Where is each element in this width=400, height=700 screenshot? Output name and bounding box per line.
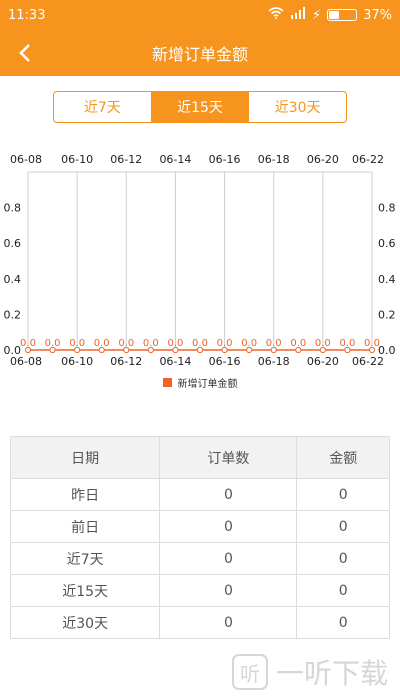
data-label: 0.0	[217, 338, 233, 349]
chart-legend: 新增订单金额	[0, 375, 400, 390]
x-tick-label-bottom: 06-12	[110, 355, 142, 368]
tab-30-days[interactable]: 近30天	[248, 92, 346, 122]
y-tick-label-left: 0.4	[4, 273, 22, 286]
x-tick-label-top: 06-16	[209, 153, 241, 166]
table-row: 近30天 0 0	[9, 606, 390, 639]
data-label: 0.0	[69, 338, 85, 349]
data-label: 0.0	[339, 338, 355, 349]
signal-icon	[290, 7, 306, 23]
data-label: 0.0	[290, 338, 306, 349]
legend-swatch	[162, 378, 172, 387]
tab-7-days[interactable]: 近7天	[54, 92, 151, 122]
cell-order-count: 0	[159, 478, 298, 511]
period-tabs: 近7天 近15天 近30天	[53, 91, 347, 123]
y-tick-label-right: 0.4	[378, 273, 396, 286]
table-row: 昨日 0 0	[9, 478, 390, 511]
x-tick-label-top: 06-14	[159, 153, 191, 166]
summary-table: 日期 订单数 金额 昨日 0 0 前日 0 0 近7天 0 0 近15天 0 0…	[9, 436, 390, 639]
x-tick-label-top: 06-20	[307, 153, 339, 166]
status-icons: ⚡ 37%	[268, 7, 392, 23]
watermark-logo: 听	[231, 654, 268, 690]
data-label: 0.0	[45, 338, 61, 349]
y-tick-label-left: 0.8	[4, 202, 22, 215]
cell-order-count: 0	[159, 574, 298, 607]
charging-icon: ⚡	[311, 7, 322, 23]
x-tick-label-bottom: 06-14	[159, 355, 191, 368]
nav-bar: 新增订单金额	[0, 30, 400, 76]
table-row: 近7天 0 0	[9, 542, 390, 575]
cell-order-count: 0	[159, 606, 298, 639]
back-arrow-icon[interactable]	[10, 36, 40, 70]
y-tick-label-right: 0.2	[378, 308, 396, 321]
legend-label: 新增订单金额	[177, 379, 238, 390]
x-tick-label-bottom: 06-10	[61, 355, 93, 368]
cell-date: 近7天	[9, 542, 161, 575]
y-tick-label-left: 0.0	[4, 344, 22, 357]
y-tick-label-right: 0.0	[378, 344, 396, 357]
data-label: 0.0	[364, 338, 380, 349]
battery-percent: 37%	[363, 7, 392, 23]
x-tick-label-bottom: 06-18	[258, 355, 290, 368]
y-tick-label-left: 0.6	[4, 237, 22, 250]
data-label: 0.0	[118, 338, 134, 349]
data-label: 0.0	[241, 338, 257, 349]
cell-amount: 0	[296, 510, 390, 543]
x-tick-label-top: 06-08	[10, 153, 42, 166]
y-tick-label-right: 0.6	[378, 237, 396, 250]
cell-amount: 0	[296, 542, 390, 575]
status-time: 11:33	[8, 7, 46, 23]
cell-order-count: 0	[159, 542, 298, 575]
data-label: 0.0	[167, 338, 183, 349]
cell-date: 近15天	[9, 574, 161, 607]
order-amount-chart: 06-0806-0806-1006-1006-1206-1206-1406-14…	[4, 153, 396, 368]
data-label: 0.0	[20, 338, 36, 349]
cell-amount: 0	[296, 606, 390, 639]
data-label: 0.0	[143, 338, 159, 349]
data-label: 0.0	[192, 338, 208, 349]
data-label: 0.0	[94, 338, 110, 349]
cell-date: 近30天	[9, 606, 161, 639]
x-tick-label-bottom: 06-16	[209, 355, 241, 368]
x-tick-label-bottom: 06-20	[307, 355, 339, 368]
table-row: 近15天 0 0	[9, 574, 390, 607]
page-title: 新增订单金额	[151, 45, 248, 64]
header-order-count: 订单数	[159, 436, 298, 479]
data-label: 0.0	[315, 338, 331, 349]
battery-icon	[327, 9, 358, 21]
cell-date: 前日	[9, 510, 161, 543]
watermark: 听 一听下载	[231, 652, 388, 692]
y-tick-label-left: 0.2	[4, 308, 22, 321]
x-tick-label-top: 06-22	[352, 153, 384, 166]
x-tick-label-top: 06-12	[110, 153, 142, 166]
y-tick-label-right: 0.8	[378, 202, 396, 215]
data-label: 0.0	[266, 338, 282, 349]
header-date: 日期	[9, 436, 161, 479]
header-amount: 金额	[296, 436, 390, 479]
table-row: 前日 0 0	[9, 510, 390, 543]
watermark-text: 一听下载	[275, 657, 388, 690]
x-tick-label-top: 06-10	[61, 153, 93, 166]
table-header-row: 日期 订单数 金额	[9, 436, 390, 479]
cell-amount: 0	[296, 478, 390, 511]
cell-amount: 0	[296, 574, 390, 607]
cell-order-count: 0	[159, 510, 298, 543]
status-bar: 11:33 ⚡ 37%	[0, 0, 400, 30]
wifi-icon	[268, 7, 284, 23]
cell-date: 昨日	[9, 478, 161, 511]
x-tick-label-top: 06-18	[258, 153, 290, 166]
tab-15-days[interactable]: 近15天	[150, 92, 249, 122]
